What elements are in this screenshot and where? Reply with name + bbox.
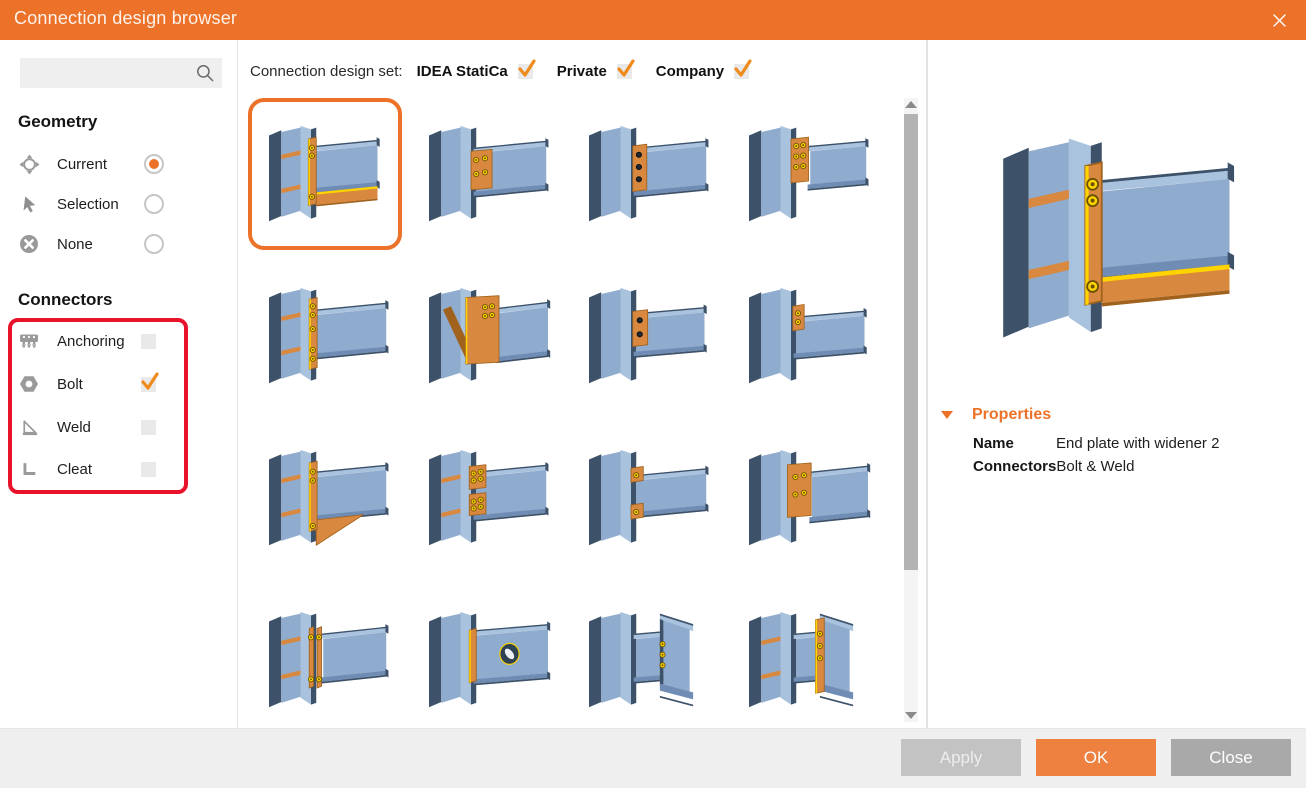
connection-design-browser-dialog: Connection design browser Geometry Curre… — [0, 0, 1306, 788]
connection-illustration — [734, 266, 876, 406]
thumbnail-pane: Connection design set: IDEA StatiCa Priv… — [238, 40, 926, 728]
properties-header[interactable]: Properties — [941, 406, 1051, 424]
scroll-down-icon[interactable] — [905, 712, 917, 719]
connection-illustration — [734, 590, 876, 730]
target-icon — [18, 153, 40, 175]
checkbox-private[interactable] — [616, 58, 635, 79]
thumbnail-beam-to-beam-bolted[interactable] — [568, 584, 722, 736]
connection-illustration — [574, 104, 716, 244]
connector-option-anchoring[interactable]: Anchoring — [18, 321, 218, 361]
property-label: Connectors — [973, 458, 1057, 475]
apply-button[interactable]: Apply — [901, 739, 1021, 776]
anchoring-icon — [18, 330, 40, 352]
property-label: Name — [973, 435, 1014, 452]
connection-illustration — [254, 428, 396, 568]
connection-illustration — [254, 104, 396, 244]
geometry-option-label: None — [57, 235, 93, 253]
thumbnail-end-plate-6-bolts[interactable] — [728, 98, 882, 250]
ok-button[interactable]: OK — [1036, 739, 1156, 776]
thumbnail-haunch-plate-diagonal[interactable] — [408, 260, 562, 412]
checkbox-company[interactable] — [734, 58, 752, 79]
geometry-option-none[interactable]: None — [18, 224, 218, 264]
thumbnail-fin-plate-2-bolts[interactable] — [568, 260, 722, 412]
close-icon[interactable] — [1264, 8, 1294, 32]
property-row: Connectors Bolt & Weld — [973, 458, 1134, 475]
title-bar: Connection design browser — [0, 0, 1306, 40]
close-button[interactable]: Close — [1171, 739, 1291, 776]
detail-pane: Properties Name End plate with widener 2… — [928, 40, 1306, 728]
connection-illustration — [734, 428, 876, 568]
design-set-label: Connection design set: — [250, 62, 403, 80]
connector-option-label: Cleat — [57, 460, 93, 478]
thumbnail-web-opening[interactable] — [408, 584, 562, 736]
thumbnail-wide-end-plate[interactable] — [728, 422, 882, 574]
connection-illustration — [574, 428, 716, 568]
collapse-caret-icon[interactable] — [941, 411, 953, 419]
design-set-row: Connection design set: IDEA StatiCa Priv… — [250, 58, 773, 84]
connection-illustration — [734, 104, 876, 244]
thumbnail-extended-end-plate[interactable] — [248, 260, 402, 412]
design-set-private[interactable]: Private — [557, 58, 635, 80]
geometry-heading: Geometry — [18, 112, 98, 131]
connection-illustration — [254, 266, 396, 406]
property-row: Name End plate with widener 2 — [973, 435, 1219, 452]
search-input[interactable] — [28, 60, 188, 86]
connection-illustration — [574, 266, 716, 406]
connector-option-label: Anchoring — [57, 332, 125, 350]
radio-current[interactable] — [144, 154, 164, 174]
thumbnail-end-plate-with-widener[interactable] — [248, 98, 402, 250]
cleat-icon — [18, 458, 40, 480]
geometry-option-label: Current — [57, 155, 108, 173]
search-box — [20, 58, 222, 88]
connector-option-label: Weld — [57, 418, 91, 436]
connection-illustration — [254, 590, 396, 730]
property-value: End plate with widener 2 — [1056, 435, 1220, 452]
design-set-company[interactable]: Company — [656, 58, 752, 80]
thumbnail-fin-plate-small[interactable] — [728, 260, 882, 412]
connection-illustration — [414, 428, 556, 568]
checkbox-weld[interactable] — [141, 419, 156, 435]
design-set-idea-statica[interactable]: IDEA StatiCa — [417, 58, 536, 80]
properties-title: Properties — [972, 406, 1052, 423]
connection-illustration — [414, 266, 556, 406]
footer-bar: Apply OK Close — [0, 728, 1306, 788]
scrollbar — [904, 98, 918, 722]
connector-option-cleat[interactable]: Cleat — [18, 449, 218, 489]
circle-cross-icon — [18, 233, 40, 255]
geometry-option-selection[interactable]: Selection — [18, 184, 218, 224]
checkbox-cleat[interactable] — [141, 461, 156, 477]
thumbnail-beam-to-beam-end-plate[interactable] — [728, 584, 882, 736]
connector-option-label: Bolt — [57, 375, 83, 393]
search-icon — [195, 63, 215, 83]
bolt-icon — [18, 373, 40, 395]
connection-illustration — [414, 104, 556, 244]
thumbnail-top-bottom-plates[interactable] — [568, 422, 722, 574]
connector-option-bolt[interactable]: Bolt — [18, 364, 218, 404]
geometry-option-label: Selection — [57, 195, 119, 213]
radio-none[interactable] — [144, 234, 164, 254]
checkbox-idea-statica[interactable] — [517, 58, 536, 79]
connectors-heading: Connectors — [18, 290, 113, 309]
sidebar: Geometry Current Selection None Connecto… — [0, 40, 237, 728]
connector-option-weld[interactable]: Weld — [18, 407, 218, 447]
thumbnail-end-plate-strips[interactable] — [248, 584, 402, 736]
weld-icon — [18, 416, 40, 438]
connection-illustration — [574, 590, 716, 730]
thumbnail-grid — [248, 98, 882, 736]
checkbox-anchoring[interactable] — [141, 333, 156, 349]
connection-preview — [974, 88, 1266, 390]
cursor-icon — [18, 193, 40, 215]
geometry-option-current[interactable]: Current — [18, 144, 218, 184]
checkbox-bolt[interactable] — [141, 371, 159, 392]
property-value: Bolt & Weld — [1056, 458, 1135, 475]
thumbnail-triangular-haunch[interactable] — [248, 422, 402, 574]
thumbnail-bolted-splice-plates[interactable] — [408, 422, 562, 574]
thumbnail-fin-plate-3-bolts[interactable] — [568, 98, 722, 250]
radio-selection[interactable] — [144, 194, 164, 214]
dialog-title: Connection design browser — [14, 8, 238, 28]
thumbnail-bolted-flange-plate[interactable] — [408, 98, 562, 250]
scrollbar-thumb[interactable] — [904, 114, 918, 570]
connection-illustration — [414, 590, 556, 730]
scroll-up-icon[interactable] — [905, 101, 917, 108]
